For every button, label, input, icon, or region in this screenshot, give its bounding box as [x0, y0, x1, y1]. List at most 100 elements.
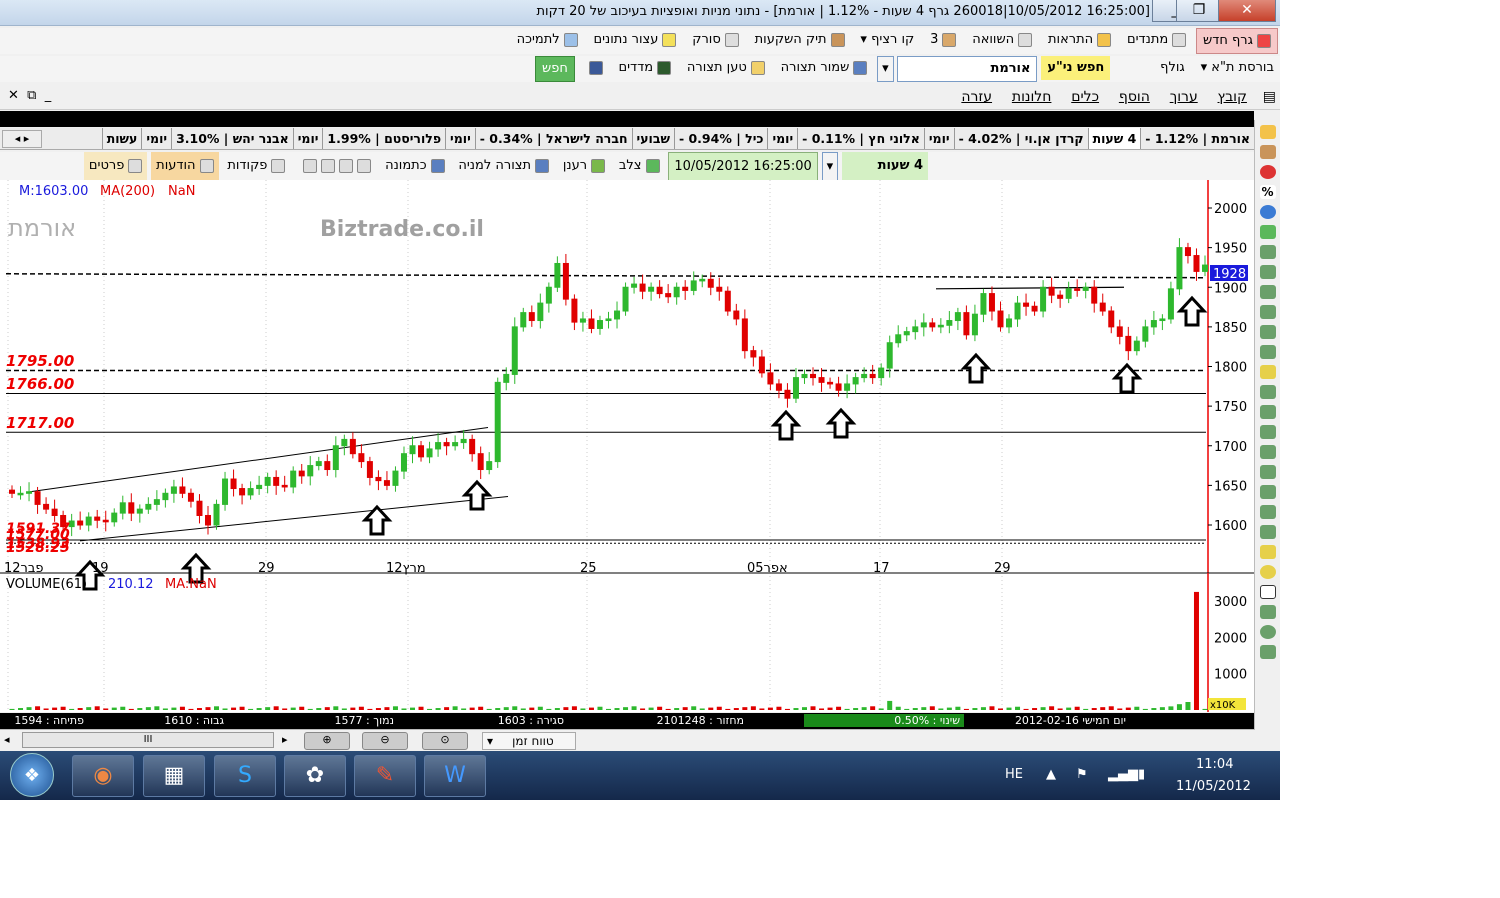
scroll-left-arrow[interactable]: ◂ [4, 733, 10, 746]
indicators-button[interactable]: מתנדים [1121, 28, 1192, 52]
spiral-tool-icon[interactable] [1259, 625, 1276, 639]
support-button[interactable]: לתמיכה [511, 28, 584, 52]
taskbar-chrome[interactable]: ◉ [72, 755, 134, 797]
vline-tool-icon[interactable] [1259, 305, 1276, 319]
menu-windows[interactable]: חלונות [1004, 84, 1060, 110]
rectangle-tool-icon[interactable] [1259, 585, 1276, 599]
zoom-in-button[interactable]: ⊕ [304, 732, 350, 750]
symbol-input[interactable]: אורמת [897, 56, 1038, 82]
taskbar-skype[interactable]: S [214, 755, 276, 797]
ticker-tab[interactable]: אלוני חץ | 0.11% - [797, 128, 924, 149]
ticker-tab[interactable]: עשות [101, 128, 142, 149]
tabs-scroll-arrows[interactable]: ◂ ▸ [2, 130, 42, 148]
comment-icon[interactable] [1259, 205, 1276, 219]
datetime-field[interactable]: 16:25:00 10/05/2012 [668, 152, 818, 182]
interval-dropdown-button[interactable]: ▾ [821, 152, 839, 182]
scroll-thumb[interactable]: III [22, 732, 274, 748]
scanner-button[interactable]: סורק [686, 28, 745, 52]
chart-tool-buttons[interactable] [294, 152, 376, 180]
delete-icon[interactable] [1259, 165, 1276, 179]
chart-area[interactable]: M:1603.00 MA(200) NaN אורמת Biztrade.co.… [0, 180, 1254, 712]
ticker-tab[interactable]: אבנר יהש | 3.10% [171, 128, 293, 149]
ticker-tab[interactable]: פלוריסטם | 1.99% [322, 128, 445, 149]
messages-button[interactable]: הודעות [151, 152, 219, 180]
taskbar-app4[interactable]: ✿ [284, 755, 346, 797]
channel-tool-icon[interactable] [1259, 385, 1276, 399]
search-button[interactable]: חפש [535, 56, 575, 82]
parallel-tool-icon[interactable] [1259, 605, 1276, 619]
ticker-tab[interactable]: שבועי [631, 128, 674, 149]
tray-flag-icon[interactable]: ⚑ [1076, 767, 1088, 782]
ray-tool-icon[interactable] [1259, 265, 1276, 279]
line-tool-icon[interactable] [1259, 245, 1276, 259]
menu-file[interactable]: קובץ [1210, 84, 1255, 110]
alerts-button[interactable]: התראות [1042, 28, 1117, 52]
ticker-tab[interactable]: יומי [923, 128, 954, 149]
ticker-tab[interactable]: יומי [767, 128, 797, 149]
taskbar-word[interactable]: W [424, 755, 486, 797]
scroll-right-arrow[interactable]: ▸ [282, 733, 288, 746]
wave-tool-icon[interactable] [1259, 525, 1276, 539]
arrow-left-icon[interactable] [1259, 225, 1276, 239]
zoom-reset-button[interactable]: ⊙ [422, 732, 468, 750]
zoom-out-button[interactable]: ⊖ [362, 732, 408, 750]
symbol-dropdown-button[interactable]: ▾ [877, 56, 894, 82]
indices-button[interactable]: מדדים [613, 56, 678, 80]
exchange-dropdown[interactable]: בורסת ת"א ▾ [1195, 56, 1280, 80]
menu-insert[interactable]: הוסף [1111, 84, 1158, 110]
ellipse-tool-icon[interactable] [1259, 565, 1276, 579]
menu-edit[interactable]: ערוך [1162, 84, 1206, 110]
ticker-tab[interactable]: יומי [141, 128, 171, 149]
ticker-tab[interactable]: חברה לישראל | 0.34% - [474, 128, 632, 149]
arc-tool-icon[interactable] [1259, 425, 1276, 439]
tray-power-icon[interactable]: ▮ [1138, 767, 1145, 782]
hline-tool-icon[interactable] [1259, 285, 1276, 299]
pen-icon[interactable] [1259, 145, 1276, 159]
triangle-tool-icon[interactable] [1259, 545, 1276, 559]
load-layout-button[interactable]: טען תצורה [681, 56, 771, 80]
maximize-button[interactable]: ❐ [1176, 0, 1222, 22]
close-button[interactable]: ✕ [1218, 0, 1276, 22]
line-style-dropdown[interactable]: קו רציף ▾ [854, 28, 920, 52]
zigzag-tool-icon[interactable] [1259, 505, 1276, 519]
regression-tool-icon[interactable] [1259, 485, 1276, 499]
cross-button[interactable]: צלב [614, 152, 665, 180]
fib-tool-icon[interactable] [1259, 325, 1276, 339]
portfolio-button[interactable]: תיק השקעות [749, 28, 851, 52]
image-button[interactable]: כתמונה [380, 152, 450, 180]
refresh-button[interactable]: רענן [558, 152, 610, 180]
menu-tools[interactable]: כלים [1063, 84, 1107, 110]
ticker-tab[interactable]: יומי [292, 128, 323, 149]
pitchfork-tool-icon[interactable] [1259, 465, 1276, 479]
ticker-tab[interactable]: קרדן אן.וי | 4.02% - [953, 128, 1088, 149]
data-wizard-button[interactable]: עצור נתונים [588, 28, 683, 52]
price-volume-chart[interactable]: M:1603.00 MA(200) NaN אורמת Biztrade.co.… [0, 180, 1254, 712]
default-layout-button[interactable]: תצורה למניה [453, 152, 554, 180]
warning-icon[interactable] [1259, 125, 1276, 139]
ticker-tab[interactable]: כיל | 0.94% - [673, 128, 768, 149]
time-range-dropdown[interactable]: ▾ טווח זמן [482, 732, 576, 750]
mdi-minimize-icon[interactable]: _ [45, 88, 52, 103]
tray-up-icon[interactable]: ▲ [1046, 767, 1056, 782]
period-tool-icon[interactable] [1259, 645, 1276, 659]
text-tool-icon[interactable] [1259, 365, 1276, 379]
save-layout-button[interactable]: שמור תצורה [775, 56, 874, 80]
gann-tool-icon[interactable] [1259, 345, 1276, 359]
facebook-button[interactable] [579, 56, 609, 80]
interval-select[interactable]: 4 שעות [842, 152, 928, 180]
mdi-close-icon[interactable]: ✕ [8, 88, 19, 103]
orders-button[interactable]: פקודות [222, 152, 290, 180]
gulf-link[interactable]: גולף [1154, 56, 1191, 80]
menu-help[interactable]: עזרה [953, 84, 1000, 110]
taskbar-chart-app[interactable]: ▦ [143, 755, 205, 797]
mdi-restore-icon[interactable]: ⧉ [27, 88, 36, 103]
clock-date[interactable]: 11/05/2012 [1176, 779, 1251, 794]
ticker-tab[interactable]: אורמת | 1.12% - [1140, 128, 1254, 149]
compare-button[interactable]: השוואה [966, 28, 1038, 52]
palette-button[interactable]: 3 [924, 28, 962, 52]
ticker-tab[interactable]: יומי [445, 128, 475, 149]
taskbar-app5[interactable]: ✎ [354, 755, 416, 797]
fan-tool-icon[interactable] [1259, 405, 1276, 419]
new-graph-button[interactable]: גרף חדש [1196, 28, 1278, 54]
details-button[interactable]: פרטים [83, 152, 148, 180]
